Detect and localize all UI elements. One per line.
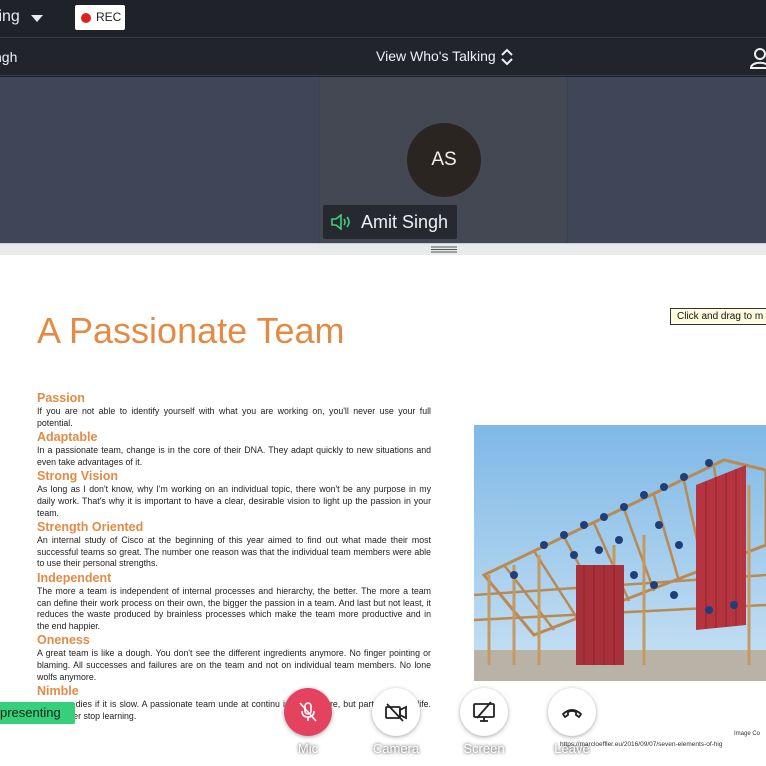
section-heading: Adaptable	[37, 430, 98, 445]
record-dot-icon	[81, 13, 91, 23]
section-text: An internal study of Cisco at the beginn…	[37, 535, 431, 569]
leave-label: Leave	[554, 741, 590, 756]
leave-button[interactable]	[548, 688, 596, 736]
participant-name-tag: Amit Singh	[323, 205, 457, 239]
participants-icon[interactable]	[750, 47, 766, 69]
slide-title: A Passionate Team	[37, 310, 345, 351]
record-label: REC	[96, 10, 122, 24]
meeting-window: ting REC ngh View Who's Talking AS	[0, 0, 766, 766]
section-heading: Oneness	[37, 633, 90, 648]
video-tile-right[interactable]	[568, 77, 766, 243]
section-text: The more a team is independent of intern…	[37, 585, 431, 631]
participant-name: Amit Singh	[361, 212, 449, 232]
grip-icon[interactable]	[431, 246, 457, 253]
drag-tooltip: Click and drag to m	[670, 308, 766, 325]
meeting-controls: presenting Mic Camera Screen Leave	[0, 682, 766, 766]
sort-arrows-icon[interactable]	[500, 47, 514, 67]
meeting-title[interactable]: ting	[0, 8, 20, 26]
slide-body: Passion If you are not able to identify …	[37, 391, 431, 723]
camera-off-icon	[385, 703, 407, 722]
screen-share-button[interactable]	[460, 688, 508, 736]
top-bar: ting REC	[0, 0, 766, 38]
section-text: If you are not able to identify yourself…	[37, 406, 431, 428]
section-heading: Passion	[37, 391, 85, 405]
avatar: AS	[407, 123, 481, 197]
resize-handle[interactable]	[0, 243, 766, 255]
presenting-badge[interactable]: presenting	[0, 702, 75, 724]
view-toggle-label[interactable]: View Who's Talking	[376, 48, 496, 68]
section-heading: Independent	[37, 570, 112, 585]
section-text: As long as I don't know, why I'm working…	[37, 484, 431, 518]
section-heading: Strong Vision	[37, 469, 119, 484]
record-button[interactable]: REC	[75, 5, 125, 30]
section-text: A great team is like a dough. You don't …	[37, 648, 431, 682]
hang-up-icon	[562, 709, 582, 718]
video-tile-active[interactable]: AS Amit Singh	[320, 77, 567, 243]
section-heading: Strength Oriented	[37, 520, 144, 535]
current-speaker-name: ngh	[0, 49, 18, 65]
camera-button[interactable]	[372, 688, 420, 736]
mic-muted-icon	[299, 702, 317, 722]
caret-down-icon[interactable]	[31, 15, 43, 22]
team-building-photo	[474, 425, 766, 681]
speaker-volume-icon	[331, 214, 350, 230]
video-strip: AS Amit Singh	[0, 77, 766, 243]
camera-label: Camera	[372, 741, 420, 756]
video-tile-left[interactable]	[0, 77, 319, 243]
mic-button[interactable]	[284, 688, 332, 736]
screen-share-off-icon	[473, 701, 495, 722]
speaker-bar: ngh View Who's Talking	[0, 39, 766, 76]
mic-label: Mic	[297, 741, 319, 756]
screen-label: Screen	[463, 741, 505, 756]
section-text: In a passionate team, change is in the c…	[37, 445, 431, 467]
